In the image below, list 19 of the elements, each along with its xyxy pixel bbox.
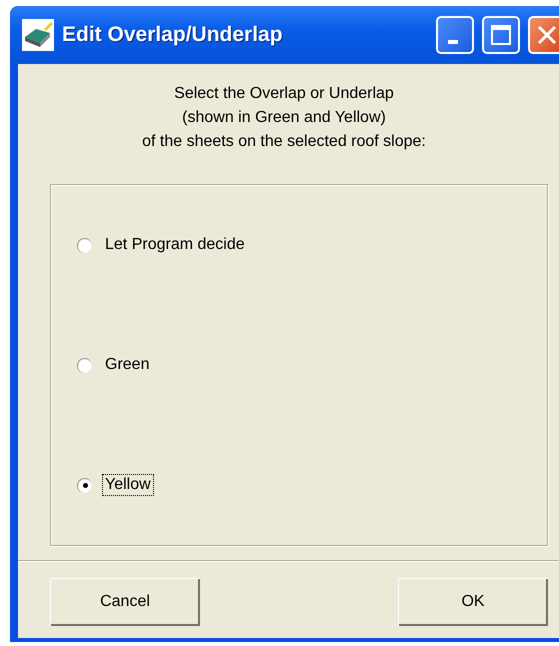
radio-label[interactable]: Yellow [102,474,154,496]
instruction-text: Select the Overlap or Underlap [174,84,394,104]
dialog-button[interactable]: OK [398,578,548,626]
instruction-text: (shown in Green and Yellow) [182,108,386,128]
maximize-icon [490,24,512,46]
maximize-button[interactable] [482,16,520,54]
minimize-icon [448,40,458,44]
radio-label[interactable]: Let Program decide [102,234,248,256]
close-button[interactable] [528,16,559,54]
dialog-button[interactable]: Cancel [50,578,200,626]
radio-button[interactable] [77,238,92,252]
radio-button[interactable] [77,358,92,372]
close-icon [536,24,558,46]
instruction-text: of the sheets on the selected roof slope: [142,132,426,152]
radio-button[interactable] [77,478,92,492]
radio-label[interactable]: Green [102,354,152,376]
minimize-button[interactable] [436,16,474,54]
window-title: Edit Overlap/Underlap [62,23,284,47]
app-icon [22,19,54,51]
